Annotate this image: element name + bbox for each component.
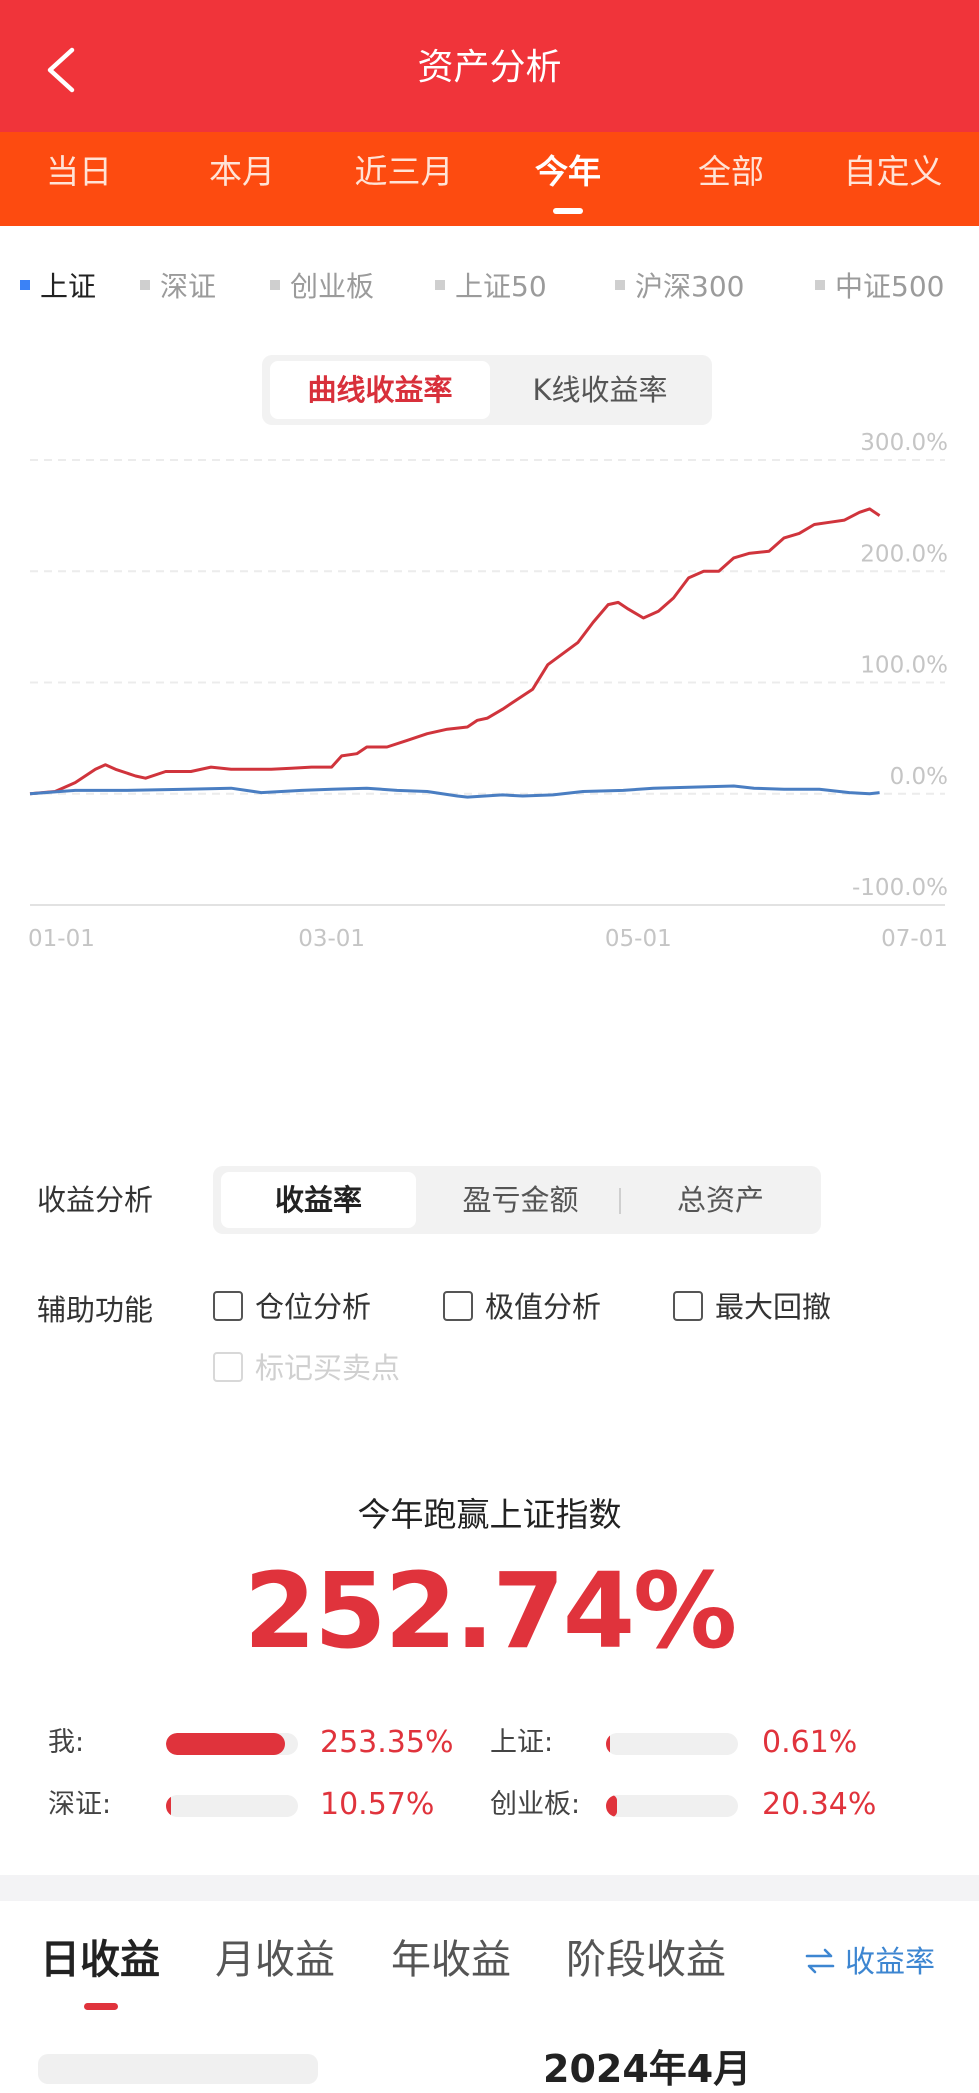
legend-label: 沪深300 [635, 270, 745, 303]
comparison-label: 创业板: [490, 1789, 581, 1820]
return-chart: 300.0% 200.0% 100.0% 0.0% -100.0% 01-01 03-01… [28, 430, 948, 952]
comparison-value: 10.57% [320, 1787, 435, 1822]
legend-square-icon [615, 280, 625, 290]
analysis-option-return-rate[interactable]: 收益率 [221, 1172, 416, 1228]
tab-yearly-return[interactable]: 年收益 [391, 1930, 511, 1990]
active-tab-indicator [553, 208, 583, 214]
checkbox-box [213, 1352, 243, 1382]
aux-label: 辅助功能 [37, 1293, 154, 1327]
comparison-shanghai: 上证: 0.61% [490, 1718, 910, 1768]
x-tick-label: 05-01 [605, 926, 672, 952]
x-tick-label: 01-01 [28, 926, 95, 952]
app-header: 资产分析 [0, 0, 979, 132]
summary-title: 今年跑赢上证指数 [357, 1495, 622, 1534]
comparison-value: 253.35% [320, 1725, 454, 1760]
x-tick-label: 03-01 [298, 926, 365, 952]
y-tick-label: 0.0% [890, 764, 948, 790]
page-title: 资产分析 [417, 47, 562, 88]
legend-square-icon [140, 280, 150, 290]
legend-csi500[interactable]: 中证500 [815, 262, 944, 312]
x-tick-label: 07-01 [881, 926, 948, 952]
legend-label: 上证 [40, 270, 97, 303]
comparison-bar [166, 1733, 285, 1755]
comparison-shenzhen: 深证: 10.57% [48, 1780, 468, 1830]
analysis-option-pnl[interactable]: 盈亏金额 [423, 1172, 618, 1228]
extremum-analysis-checkbox[interactable]: 极值分析 [443, 1287, 601, 1327]
comparison-track [166, 1733, 298, 1755]
legend-square-icon [815, 280, 825, 290]
legend-square-icon [270, 280, 280, 290]
outperformance-value: 252.74% [243, 1550, 738, 1672]
analysis-option-total-assets[interactable]: 总资产 [623, 1172, 818, 1228]
checkbox-label: 极值分析 [485, 1290, 602, 1324]
tab-this-year[interactable]: 今年 [493, 142, 643, 214]
comparison-value: 0.61% [762, 1725, 858, 1760]
x-axis-labels: 01-01 03-01 05-01 07-01 [28, 926, 948, 952]
comparison-track [606, 1733, 738, 1755]
checkbox-label: 仓位分析 [255, 1290, 372, 1324]
toggle-label: 收益率 [845, 1945, 935, 1980]
date-picker-peek[interactable] [38, 2054, 318, 2084]
max-drawdown-checkbox[interactable]: 最大回撤 [673, 1287, 831, 1327]
tab-this-year-label: 今年 [535, 152, 601, 191]
legend-shanghai[interactable]: 上证 [20, 262, 96, 312]
position-analysis-checkbox[interactable]: 仓位分析 [213, 1287, 371, 1327]
portfolio-return-line [29, 507, 881, 796]
comparison-bar [166, 1795, 172, 1817]
y-axis-labels: 300.0% 200.0% 100.0% 0.0% -100.0% [852, 430, 948, 901]
comparison-label: 深证: [48, 1789, 112, 1820]
index-return-line [29, 784, 880, 799]
checkbox-box [213, 1291, 243, 1321]
y-tick-label: -100.0% [852, 875, 948, 901]
comparison-me: 我: 253.35% [48, 1718, 468, 1768]
comparison-track [166, 1795, 298, 1817]
checkbox-label: 标记买卖点 [255, 1351, 401, 1385]
swap-arrows-icon [805, 1948, 835, 1973]
checkbox-box [673, 1291, 703, 1321]
comparison-bar [606, 1795, 617, 1817]
legend-csi300[interactable]: 沪深300 [615, 262, 744, 312]
legend-label: 中证500 [835, 270, 945, 303]
tab-custom[interactable]: 自定义 [818, 142, 968, 202]
checkbox-label: 最大回撤 [715, 1290, 832, 1324]
legend-sse50[interactable]: 上证50 [435, 262, 547, 312]
segment-divider [619, 1188, 621, 1214]
comparison-bar [606, 1733, 610, 1755]
checkbox-box [443, 1291, 473, 1321]
legend-label: 创业板 [290, 270, 375, 303]
y-tick-label: 300.0% [860, 430, 948, 456]
legend-square-icon [20, 280, 30, 290]
legend-shenzhen[interactable]: 深证 [140, 262, 216, 312]
comparison-label: 上证: [490, 1727, 554, 1758]
mark-trades-checkbox: 标记买卖点 [213, 1348, 400, 1388]
comparison-chinext: 创业板: 20.34% [490, 1780, 910, 1830]
chart-series [29, 507, 881, 799]
legend-chinext[interactable]: 创业板 [270, 262, 374, 312]
legend-square-icon [435, 280, 445, 290]
tab-all[interactable]: 全部 [656, 142, 806, 202]
tab-today[interactable]: 当日 [4, 142, 154, 202]
tab-three-months[interactable]: 近三月 [329, 142, 479, 202]
return-rate-toggle[interactable]: 收益率 [805, 1938, 935, 1988]
y-tick-label: 200.0% [860, 541, 948, 567]
chart-mode-toggle: 曲线收益率 K线收益率 [262, 355, 712, 425]
analysis-label: 收益分析 [37, 1183, 154, 1217]
tab-monthly-return[interactable]: 月收益 [215, 1930, 335, 1990]
comparison-track [606, 1795, 738, 1817]
tab-this-month[interactable]: 本月 [167, 142, 317, 202]
comparison-value: 20.34% [762, 1787, 877, 1822]
legend-label: 上证50 [455, 270, 547, 303]
y-tick-label: 100.0% [860, 653, 948, 679]
comparison-label: 我: [48, 1727, 85, 1758]
tab-period-return[interactable]: 阶段收益 [566, 1930, 726, 1990]
tab-daily-return[interactable]: 日收益 [40, 1930, 160, 1990]
active-tab-indicator [84, 2003, 118, 2010]
period-tabs: 当日 本月 近三月 今年 全部 自定义 [0, 132, 979, 226]
index-legend: 上证 深证 创业板 上证50 沪深300 中证500 [0, 262, 979, 312]
legend-label: 深证 [160, 270, 217, 303]
curve-return-option[interactable]: 曲线收益率 [270, 361, 490, 419]
kline-return-option[interactable]: K线收益率 [494, 361, 706, 419]
analysis-segmented-control: 收益率 盈亏金额 总资产 [213, 1166, 821, 1234]
section-divider [0, 1875, 979, 1901]
